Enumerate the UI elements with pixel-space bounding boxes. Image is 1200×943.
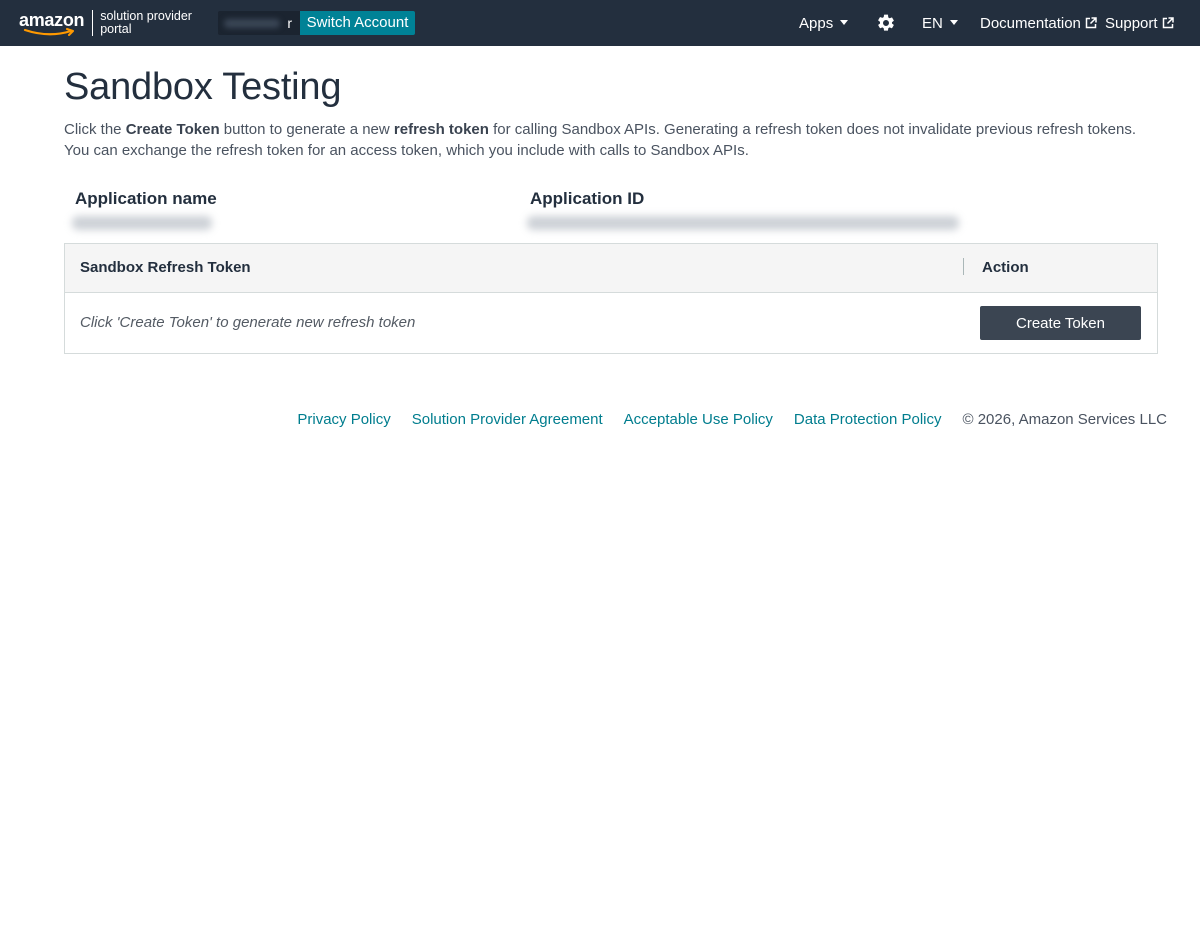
current-account-name: r [218, 11, 300, 35]
chevron-down-icon [949, 19, 958, 25]
application-name-label: Application name [75, 189, 217, 208]
redacted-application-name [72, 216, 212, 230]
intro-bold-refresh-token: refresh token [393, 121, 489, 138]
column-header-action: Action [982, 259, 1029, 276]
page-description: Click the Create Token button to generat… [64, 119, 1164, 161]
solution-provider-agreement-link[interactable]: Solution Provider Agreement [412, 411, 603, 428]
support-link[interactable]: Support [1105, 0, 1174, 46]
logo-wordmark: amazon [19, 10, 85, 36]
amazon-solution-provider-portal-logo[interactable]: amazon solution provider portal [19, 8, 200, 38]
column-divider[interactable] [963, 258, 964, 275]
table-header: Sandbox Refresh Token Action [65, 244, 1157, 293]
footer: Privacy Policy Solution Provider Agreeme… [297, 411, 1167, 428]
logo-brand-text: amazon [19, 10, 85, 30]
refresh-token-table: Sandbox Refresh Token Action Click 'Crea… [64, 243, 1158, 354]
apps-menu[interactable]: Apps [799, 0, 849, 46]
settings-button[interactable] [876, 0, 896, 46]
apps-menu-label: Apps [799, 14, 834, 32]
copyright-text: © 2026, Amazon Services LLC [962, 411, 1168, 428]
gear-icon [878, 14, 894, 31]
switch-account-button[interactable]: Switch Account [300, 11, 415, 35]
external-link-icon [1085, 17, 1097, 29]
language-menu[interactable]: EN [922, 0, 958, 46]
privacy-policy-link[interactable]: Privacy Policy [297, 411, 390, 428]
documentation-link[interactable]: Documentation [980, 0, 1097, 46]
application-id-label: Application ID [530, 189, 645, 208]
logo-subtitle: solution provider portal [100, 9, 192, 36]
page-title: Sandbox Testing [64, 66, 342, 108]
language-menu-label: EN [922, 14, 943, 32]
redacted-application-id [527, 216, 959, 230]
create-token-button[interactable]: Create Token [980, 306, 1141, 340]
intro-text-2: button to generate a new [219, 121, 394, 138]
data-protection-policy-link[interactable]: Data Protection Policy [794, 411, 942, 428]
redacted-account-name [224, 19, 280, 28]
intro-bold-create-token: Create Token [125, 121, 220, 138]
empty-table-message: Click 'Create Token' to generate new ref… [80, 314, 416, 331]
amazon-smile-icon [23, 28, 74, 36]
top-navigation-bar: amazon solution provider portal r Switch… [0, 0, 1200, 46]
column-header-refresh-token: Sandbox Refresh Token [80, 259, 251, 276]
logo-divider [92, 10, 94, 36]
intro-text-1: Click the [64, 121, 126, 138]
external-link-icon [1162, 17, 1174, 29]
documentation-link-label: Documentation [980, 14, 1081, 32]
chevron-down-icon [840, 19, 849, 25]
acceptable-use-policy-link[interactable]: Acceptable Use Policy [624, 411, 773, 428]
support-link-label: Support [1105, 14, 1158, 32]
account-name-suffix: r [287, 15, 292, 31]
